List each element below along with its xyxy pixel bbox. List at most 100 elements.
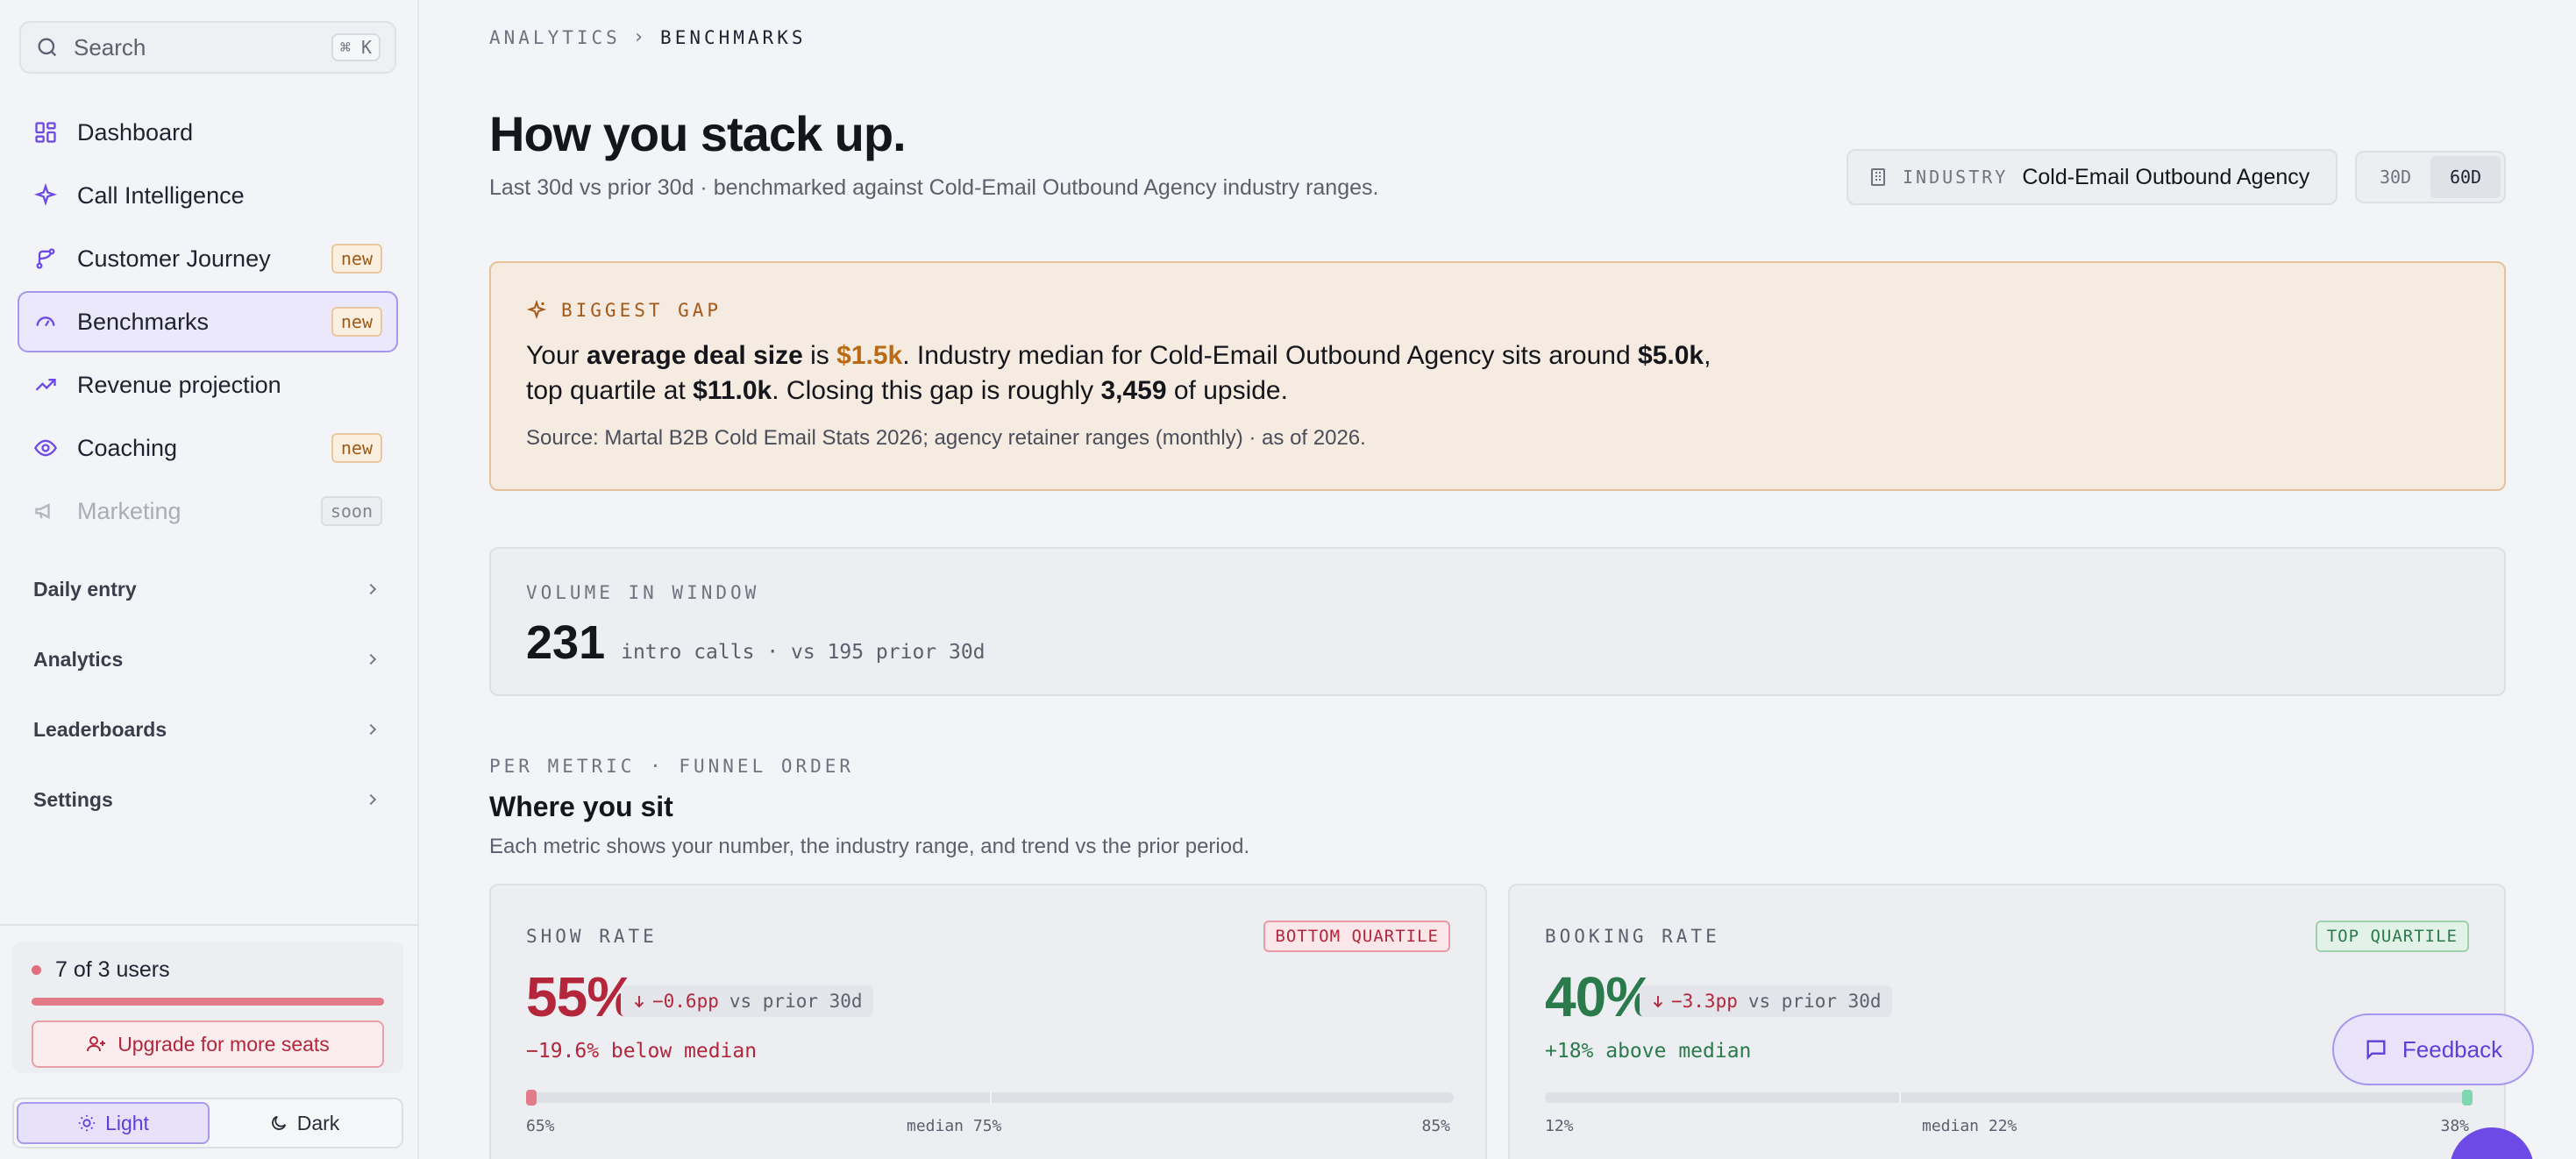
sidebar-item-coaching[interactable]: Coaching new [18,417,398,479]
volume-label: VOLUME IN WINDOW [526,582,760,603]
sidebar-item-revenue-projection[interactable]: Revenue projection [18,354,398,416]
sidebar-item-marketing: Marketing soon [18,480,398,542]
sidebar-item-label: Marketing [77,497,181,524]
delta-change: −0.6pp [631,991,719,1012]
metric-value: 55% [526,965,637,1028]
section-kicker: PER METRIC · FUNNEL ORDER [489,756,855,777]
upgrade-button[interactable]: Upgrade for more seats [32,1020,384,1068]
your-position-marker [2462,1090,2473,1106]
sidebar-item-label: Benchmarks [77,308,210,335]
sidebar-group-leaderboards[interactable]: Leaderboards [18,703,398,756]
volume-value-row: 231 intro calls · vs 195 prior 30d [526,615,986,670]
period-toggle: 30D 60D [2355,151,2506,203]
gap-text: Your [526,341,587,370]
volume-detail: intro calls · vs 195 prior 30d [621,641,986,664]
gap-summary: Your average deal size is $1.5k. Industr… [526,338,1754,409]
arrow-down-icon [634,996,644,1008]
seat-usage-bar [32,998,384,1006]
quartile-badge: TOP QUARTILE [2315,921,2469,952]
gap-source: Source: Martal B2B Cold Email Stats 2026… [526,426,1366,450]
biggest-gap-card: BIGGEST GAP Your average deal size is $1… [489,261,2506,491]
chevron-right-icon [369,793,377,806]
theme-light-button[interactable]: Light [17,1102,210,1144]
delta-suffix: vs prior 30d [729,991,863,1012]
industry-selector[interactable]: INDUSTRY Cold-Email Outbound Agency [1847,149,2338,205]
gap-upside-value: 3,459 [1100,376,1167,405]
sidebar-nav: Dashboard Call Intelligence Customer Jou… [18,102,398,544]
volume-card: VOLUME IN WINDOW 231 intro calls · vs 19… [489,547,2506,696]
sidebar-group-settings[interactable]: Settings [18,773,398,826]
feedback-button[interactable]: Feedback [2332,1013,2534,1085]
sparkle-icon [526,300,547,320]
range-high-label: 38% [2440,1117,2469,1135]
new-badge: new [331,433,382,463]
sidebar-group-analytics[interactable]: Analytics [18,633,398,686]
sidebar-item-label: Coaching [77,434,178,461]
seat-count-text: 7 of 3 users [55,957,170,982]
range-track [526,1090,1454,1106]
delta-change: −3.3pp [1650,991,1738,1012]
breadcrumb-current: BENCHMARKS [660,26,807,48]
range-median-label: median 75% [907,1117,1002,1135]
new-badge: new [331,307,382,337]
gap-tag-label: BIGGEST GAP [561,300,722,321]
moon-icon [271,1115,286,1130]
industry-value: Cold-Email Outbound Agency [2022,164,2310,189]
sidebar-item-label: Dashboard [77,118,194,146]
metric-relative: +18% above median [1545,1040,1752,1063]
metric-card-show-rate: SHOW RATE BOTTOM QUARTILE 55% −0.6pp vs … [489,884,1487,1159]
median-tick [1899,1092,1901,1103]
delta-value: −3.3pp [1671,991,1738,1012]
add-user-icon [87,1036,106,1052]
trending-up-icon [35,379,56,391]
gap-text: of upside. [1166,376,1288,405]
delta-value: −0.6pp [652,991,719,1012]
metric-delta: −3.3pp vs prior 30d [1640,985,1892,1017]
group-label: Leaderboards [33,717,167,741]
seat-count: 7 of 3 users [32,957,170,983]
industry-key: INDUSTRY [1903,167,2009,188]
section-title: Where you sit [489,791,673,822]
theme-toggle: Light Dark [12,1098,403,1148]
sidebar-item-label: Revenue projection [77,371,281,398]
gauge-icon [36,316,55,327]
search-input[interactable]: Search ⌘ K [19,21,396,74]
breadcrumb: ANALYTICS › BENCHMARKS [489,26,806,48]
sidebar-item-dashboard[interactable]: Dashboard [18,102,398,163]
dashboard-icon [35,122,56,143]
period-60d-button[interactable]: 60D [2430,156,2501,198]
sidebar-item-label: Customer Journey [77,245,271,272]
volume-value: 231 [526,616,606,669]
period-30d-button[interactable]: 30D [2360,156,2430,198]
arrow-down-icon [1653,996,1663,1008]
megaphone-icon [35,503,50,519]
search-icon [38,38,57,57]
feedback-label: Feedback [2402,1035,2503,1063]
your-position-marker [526,1090,537,1106]
range-high-label: 85% [1421,1117,1450,1135]
theme-dark-button[interactable]: Dark [210,1102,399,1144]
sidebar: Search ⌘ K Dashboard Call Intelligence C… [0,0,419,1159]
gap-metric: average deal size [586,341,803,370]
quartile-badge: BOTTOM QUARTILE [1263,921,1450,952]
metric-relative: −19.6% below median [526,1040,758,1063]
median-tick [990,1092,992,1103]
chevron-right-icon [369,723,377,736]
seat-usage-panel: 7 of 3 users Upgrade for more seats [12,942,403,1073]
range-low-label: 65% [526,1117,555,1135]
gap-top-quartile-value: $11.0k [693,376,772,405]
soon-badge: soon [320,496,382,526]
group-label: Analytics [33,647,124,671]
sidebar-item-call-intelligence[interactable]: Call Intelligence [18,165,398,226]
chat-icon [2366,1040,2386,1061]
sidebar-item-benchmarks[interactable]: Benchmarks new [18,291,398,352]
breadcrumb-parent[interactable]: ANALYTICS [489,27,621,48]
sidebar-item-customer-journey[interactable]: Customer Journey new [18,228,398,289]
delta-suffix: vs prior 30d [1747,991,1882,1012]
gap-text: is [802,341,837,370]
sidebar-group-daily-entry[interactable]: Daily entry [18,563,398,615]
group-label: Settings [33,787,113,811]
metric-name: BOOKING RATE [1545,926,1720,947]
theme-light-label: Light [105,1111,149,1134]
group-label: Daily entry [33,577,137,601]
